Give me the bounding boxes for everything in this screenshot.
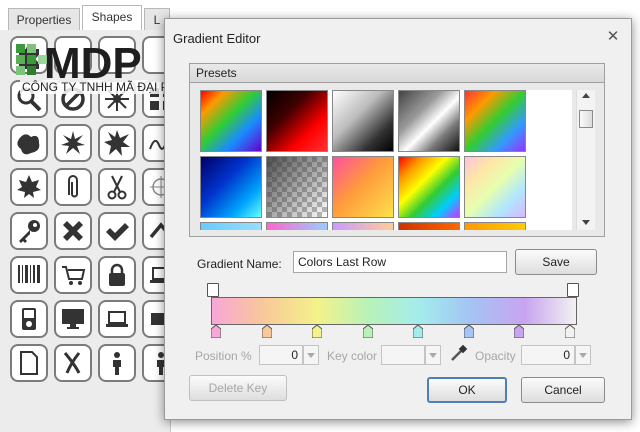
explosion-icon: [104, 130, 130, 156]
shape-tile-mp3-player[interactable]: [10, 300, 48, 338]
shape-tile-checkmark[interactable]: [98, 212, 136, 250]
shape-tile-x-mark[interactable]: [54, 212, 92, 250]
preset-swatch[interactable]: [332, 222, 394, 230]
shape-tile-padlock[interactable]: [98, 256, 136, 294]
preset-swatch[interactable]: [464, 222, 526, 230]
scroll-up-arrow-icon[interactable]: [582, 93, 590, 98]
shape-tile-scribble-x[interactable]: [54, 344, 92, 382]
preset-swatch[interactable]: [200, 156, 262, 218]
position-dropdown[interactable]: [303, 345, 319, 365]
shopping-cart-icon: [62, 266, 86, 285]
preset-swatch[interactable]: [266, 222, 328, 230]
gradient-editor-dialog: Gradient Editor ✕ Presets Gradient Name:…: [164, 18, 632, 420]
delete-key-button[interactable]: Delete Key: [189, 375, 287, 401]
color-stop-marker[interactable]: [463, 324, 475, 339]
gradient-preview-bar[interactable]: [211, 297, 577, 325]
color-stops: [210, 324, 576, 341]
preset-swatch[interactable]: [398, 90, 460, 152]
monitor-icon: [62, 309, 84, 329]
shape-tile-barcode[interactable]: [10, 256, 48, 294]
close-icon[interactable]: ✕: [605, 29, 621, 45]
cancel-button[interactable]: Cancel: [521, 377, 605, 403]
position-input[interactable]: 0: [259, 345, 303, 365]
presets-scrollbar[interactable]: [576, 90, 595, 230]
dialog-title: Gradient Editor: [173, 31, 261, 46]
shape-tile-paperclip[interactable]: [54, 168, 92, 206]
scroll-thumb[interactable]: [579, 110, 593, 128]
tab-shapes[interactable]: Shapes: [82, 5, 142, 32]
gradient-name-input[interactable]: Colors Last Row: [293, 251, 507, 273]
preset-swatch[interactable]: [398, 156, 460, 218]
preset-swatch[interactable]: [464, 156, 526, 218]
scroll-down-arrow-icon[interactable]: [582, 220, 590, 225]
gradient-name-label: Gradient Name:: [197, 257, 282, 271]
opacity-dropdown[interactable]: [575, 345, 591, 365]
color-stop-marker[interactable]: [362, 324, 374, 339]
shape-tile-shopping-cart[interactable]: [54, 256, 92, 294]
presets-label: Presets: [196, 66, 237, 80]
maple-leaf-icon: [17, 175, 41, 198]
position-label: Position %: [195, 349, 252, 363]
key-color-dropdown[interactable]: [425, 345, 441, 365]
padlock-icon: [109, 263, 125, 286]
opacity-stop-left[interactable]: [207, 283, 219, 297]
preset-swatch[interactable]: [200, 90, 262, 152]
presets-group: Presets: [189, 63, 605, 237]
shape-tile-explosion[interactable]: [98, 124, 136, 162]
shape-tile-starburst[interactable]: [54, 124, 92, 162]
key-color-swatch[interactable]: [381, 345, 425, 365]
preset-swatch[interactable]: [266, 90, 328, 152]
preset-swatch[interactable]: [332, 156, 394, 218]
chevron-down-icon: [307, 353, 315, 358]
opacity-input[interactable]: 0: [521, 345, 575, 365]
scribble-x-icon: [63, 352, 81, 374]
shape-tile-person[interactable]: [98, 344, 136, 382]
checkmark-icon: [106, 223, 129, 241]
shape-tile-scissors[interactable]: [98, 168, 136, 206]
x-mark-icon: [63, 221, 83, 241]
splat-icon: [17, 134, 40, 155]
logo-text: MDP: [44, 39, 142, 84]
tab-properties[interactable]: Properties: [8, 8, 80, 31]
shape-tile-key[interactable]: [10, 212, 48, 250]
preset-grid: [200, 90, 572, 230]
color-stop-marker[interactable]: [210, 324, 222, 339]
key-color-label: Key color: [327, 349, 378, 363]
opacity-label: Opacity: [475, 349, 516, 363]
shape-tile-maple-leaf[interactable]: [10, 168, 48, 206]
shape-tile-monitor[interactable]: [54, 300, 92, 338]
paperclip-icon: [68, 175, 78, 198]
preset-swatch[interactable]: [332, 90, 394, 152]
presets-header: Presets: [190, 64, 604, 83]
preset-swatch[interactable]: [266, 156, 328, 218]
color-stop-marker[interactable]: [311, 324, 323, 339]
shape-tile-document[interactable]: [10, 344, 48, 382]
color-stop-marker[interactable]: [513, 324, 525, 339]
color-stop-marker[interactable]: [261, 324, 273, 339]
key-icon: [19, 220, 40, 243]
starburst-icon: [61, 131, 85, 154]
save-button[interactable]: Save: [515, 249, 597, 275]
color-stop-marker[interactable]: [564, 324, 576, 339]
eyedropper-icon[interactable]: [447, 343, 469, 365]
preset-swatch[interactable]: [464, 90, 526, 152]
person-icon: [113, 352, 121, 375]
preset-swatch[interactable]: [398, 222, 460, 230]
chevron-down-icon: [579, 353, 587, 358]
mp3-player-icon: [22, 308, 36, 330]
scissors-icon: [107, 175, 127, 200]
ok-button[interactable]: OK: [427, 377, 507, 403]
document-icon: [20, 351, 38, 375]
laptop-icon: [106, 311, 128, 327]
shape-tile-laptop[interactable]: [98, 300, 136, 338]
chevron-down-icon: [429, 353, 437, 358]
barcode-icon: [18, 265, 40, 283]
color-stop-marker[interactable]: [412, 324, 424, 339]
shape-tile-splat[interactable]: [10, 124, 48, 162]
opacity-stop-right[interactable]: [567, 283, 579, 297]
preset-swatch[interactable]: [200, 222, 262, 230]
